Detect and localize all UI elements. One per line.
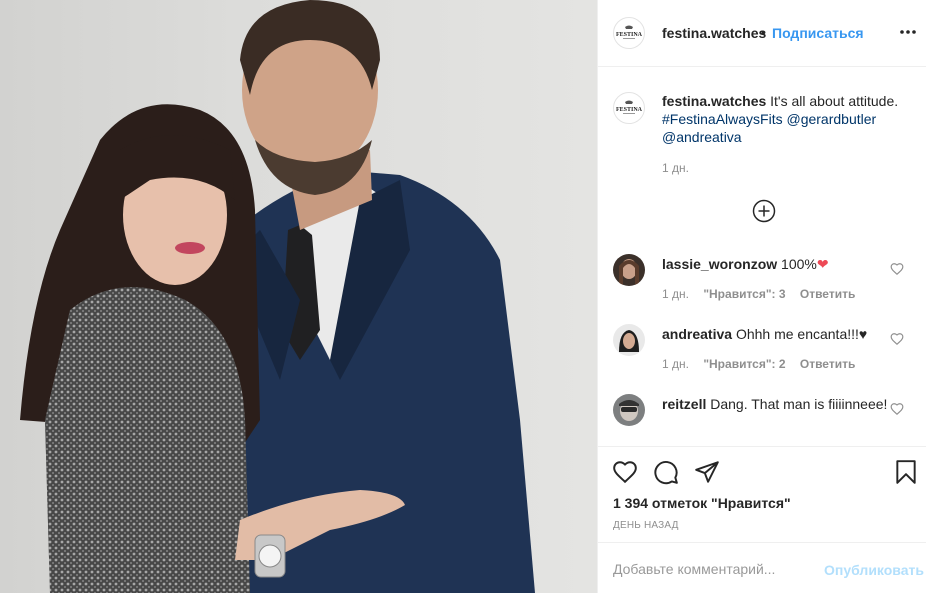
like-heart-icon[interactable] [612,459,638,485]
caption-mention-gerardbutler[interactable]: @gerardbutler [786,111,876,127]
add-comment-bar: Опубликовать [598,542,926,593]
comment-like-heart-icon[interactable] [890,262,904,276]
comment-meta: 1 дн. "Нравится": 2 Ответить [662,357,866,371]
comment-username[interactable]: reitzell [662,396,706,412]
post-photo-illustration [20,0,535,593]
load-more-comments-icon[interactable] [752,199,776,223]
comment-body: Dang. That man is fiiiinneee! [710,396,888,412]
caption-time[interactable]: 1 дн. [662,161,689,175]
author-avatar[interactable]: FESTINA [613,17,645,49]
comment-time[interactable]: 1 дн. [662,287,689,301]
commenter-avatar[interactable] [613,394,645,426]
publish-button[interactable]: Опубликовать [824,562,924,578]
commenter-avatar[interactable] [613,324,645,356]
caption-hashtag[interactable]: #FestinaAlwaysFits [662,111,783,127]
comment-username[interactable]: andreativa [662,326,732,342]
follow-button[interactable]: Подписаться [772,25,864,41]
save-bookmark-icon[interactable] [893,459,919,485]
comment-text: andreativa Ohhh me encanta!!!♥ [662,325,892,343]
black-heart-emoji-icon: ♥ [858,326,868,342]
post-side-panel: FESTINA festina.watches • Подписаться FE… [597,0,926,593]
likes-count[interactable]: 1 394 отметок "Нравится" [613,495,791,511]
comment-body: Ohhh me encanta!!! [735,326,859,342]
reply-button[interactable]: Ответить [800,287,855,301]
festina-logo-icon: FESTINA [616,100,643,114]
share-paper-plane-icon[interactable] [694,459,720,485]
comment-username[interactable]: lassie_woronzow [662,256,777,272]
author-username[interactable]: festina.watches [662,25,766,41]
comment-meta: 1 дн. "Нравится": 3 Ответить [662,287,866,301]
comment-likes[interactable]: "Нравится": 3 [703,287,785,301]
caption-username[interactable]: festina.watches [662,93,766,109]
caption-text: festina.watches It's all about attitude.… [662,92,912,146]
comment-time[interactable]: 1 дн. [662,357,689,371]
commenter-avatar[interactable] [613,254,645,286]
post-header: FESTINA festina.watches • Подписаться [598,0,926,67]
comment-input[interactable] [613,559,813,579]
comment-text: lassie_woronzow 100%❤ [662,255,892,273]
more-icon[interactable] [898,22,918,42]
comment-like-heart-icon[interactable] [890,332,904,346]
avatar-photo [613,324,645,356]
caption-avatar[interactable]: FESTINA [613,92,645,124]
comment-likes[interactable]: "Нравится": 2 [703,357,785,371]
red-heart-emoji-icon: ❤ [816,256,829,272]
post-photo[interactable] [0,0,597,593]
caption-body: It's all about attitude. [770,93,899,109]
reply-button[interactable]: Ответить [800,357,855,371]
avatar-photo [613,394,645,426]
caption-mention-andreativa[interactable]: @andreativa [662,129,742,145]
comment-text: reitzell Dang. That man is fiiiinneee! [662,395,892,413]
comment-body: 100% [781,256,817,272]
svg-text:FESTINA: FESTINA [616,107,643,113]
svg-text:FESTINA: FESTINA [616,32,643,38]
post-timestamp[interactable]: День назад [613,520,679,531]
avatar-photo [613,254,645,286]
post-actions: 1 394 отметок "Нравится" День назад [598,446,926,542]
comment-like-heart-icon[interactable] [890,402,904,416]
festina-logo-icon: FESTINA [616,25,643,39]
header-separator: • [761,24,766,40]
comment-bubble-icon[interactable] [653,459,679,485]
